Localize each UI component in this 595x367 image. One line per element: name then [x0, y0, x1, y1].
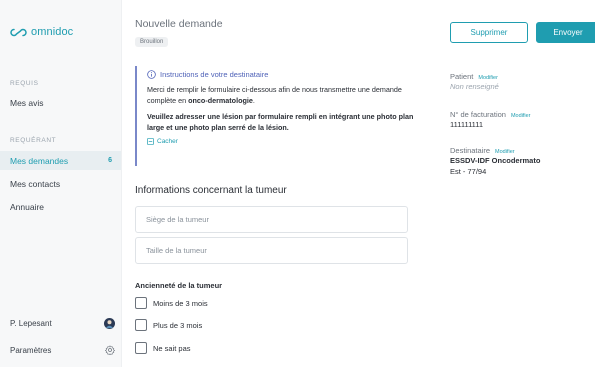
checkbox-label: Ne sait pas — [153, 343, 191, 353]
main-content: Nouvelle demande Brouillon Instructions … — [135, 0, 425, 367]
tumor-size-input[interactable] — [135, 237, 408, 264]
gear-icon — [105, 345, 115, 355]
settings-link[interactable]: Paramètres — [10, 345, 115, 355]
sidebar-item-annuaire[interactable]: Annuaire — [0, 197, 121, 216]
count-badge: 6 — [108, 157, 112, 164]
instructions-paragraph: Merci de remplir le formulaire ci-dessou… — [147, 84, 409, 106]
instructions-box: Instructions de votre destinataire Merci… — [135, 66, 415, 166]
checkbox-row[interactable]: Ne sait pas — [135, 342, 191, 354]
checkbox[interactable] — [135, 297, 147, 309]
logo[interactable]: omnidoc — [10, 26, 73, 38]
modify-billing-link[interactable]: Modifier — [511, 113, 531, 119]
modify-recipient-link[interactable]: Modifier — [495, 149, 515, 155]
instructions-punct: . — [252, 96, 255, 105]
sidebar-item-mes-avis[interactable]: Mes avis — [0, 93, 121, 112]
omnidoc-logo-icon — [10, 28, 27, 36]
instructions-heading-text: Instructions de votre destinataire — [160, 70, 269, 79]
collapse-icon — [147, 138, 154, 145]
recipient-value: ESSDV-IDF Oncodermato — [450, 156, 541, 165]
status-badge: Brouillon — [135, 37, 169, 47]
sidebar-item-mes-contacts[interactable]: Mes contacts — [0, 174, 121, 193]
checkbox-row[interactable]: Moins de 3 mois — [135, 297, 208, 309]
sidebar-item-label: Mes avis — [10, 97, 44, 108]
tumor-site-input[interactable] — [135, 206, 408, 233]
instructions-text: Merci de remplir le formulaire ci-dessou… — [147, 85, 402, 105]
sidebar-item-label: Mes demandes — [10, 155, 69, 166]
recipient-label-text: Destinataire — [450, 146, 491, 155]
instructions-specialty: onco-dermatologie — [188, 96, 253, 105]
hide-instructions-link[interactable]: Cacher — [147, 138, 415, 145]
recipient-label: Destinataire Modifier — [450, 146, 515, 155]
checkbox-label: Plus de 3 mois — [153, 320, 203, 330]
section-label-requerant: REQUÉRANT — [10, 137, 57, 144]
checkbox-label: Moins de 3 mois — [153, 298, 208, 308]
patient-value: Non renseigné — [450, 82, 499, 91]
sidebar: omnidoc REQUIS Mes avis REQUÉRANT Mes de… — [0, 0, 122, 367]
section-title: Informations concernant la tumeur — [135, 185, 287, 196]
delete-button[interactable]: Supprimer — [450, 22, 528, 43]
checkbox[interactable] — [135, 319, 147, 331]
patient-label: Patient Modifier — [450, 72, 498, 81]
recipient-subvalue: Est - 77/94 — [450, 167, 487, 176]
info-icon — [147, 70, 156, 79]
user-name: P. Lepesant — [10, 319, 52, 328]
user-profile[interactable]: P. Lepesant — [10, 318, 115, 329]
details-panel: Supprimer Envoyer Patient Modifier Non r… — [450, 0, 595, 367]
sidebar-item-label: Annuaire — [10, 201, 45, 212]
avatar-icon — [104, 318, 115, 329]
sidebar-item-label: Mes contacts — [10, 178, 61, 189]
tumor-age-label: Ancienneté de la tumeur — [135, 281, 223, 290]
logo-text: omnidoc — [31, 26, 74, 38]
settings-label: Paramètres — [10, 345, 52, 355]
send-button[interactable]: Envoyer — [536, 22, 595, 43]
section-label-requis: REQUIS — [10, 80, 39, 87]
billing-label: N° de facturation Modifier — [450, 110, 531, 119]
sidebar-item-mes-demandes[interactable]: Mes demandes 6 — [0, 151, 121, 170]
page-title: Nouvelle demande — [135, 18, 223, 30]
modify-patient-link[interactable]: Modifier — [478, 75, 498, 81]
billing-label-text: N° de facturation — [450, 110, 506, 119]
hide-label: Cacher — [157, 138, 178, 145]
billing-value: 111111111 — [450, 120, 484, 129]
instructions-heading: Instructions de votre destinataire — [147, 70, 415, 79]
patient-label-text: Patient — [450, 72, 474, 81]
checkbox[interactable] — [135, 342, 147, 354]
checkbox-row[interactable]: Plus de 3 mois — [135, 319, 202, 331]
instructions-emphasis: Veuillez adresser une lésion par formula… — [147, 112, 414, 132]
